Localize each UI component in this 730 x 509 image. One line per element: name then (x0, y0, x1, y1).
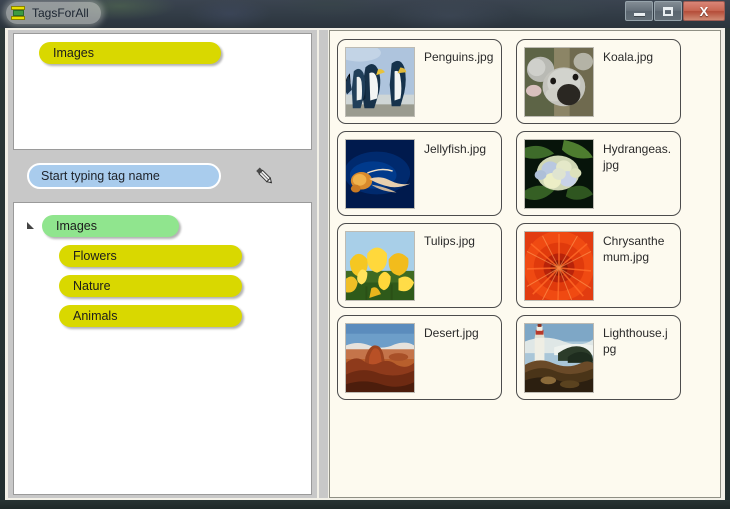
tree-tag-pill-child[interactable]: Flowers (59, 245, 242, 267)
window-title: TagsForAll (32, 6, 89, 20)
file-card[interactable]: Koala.jpg (516, 39, 681, 124)
triangle-expanded-icon[interactable] (24, 219, 38, 233)
file-name: Hydrangeas.jpg (603, 142, 672, 173)
file-card[interactable]: Penguins.jpg (337, 39, 502, 124)
close-icon: X (699, 3, 709, 19)
tree-row[interactable]: Animals (14, 301, 311, 331)
file-card[interactable]: Tulips.jpg (337, 223, 502, 308)
file-card[interactable]: Lighthouse.jpg (516, 315, 681, 400)
title-bar: TagsForAll X (0, 0, 730, 28)
tree-tag-pill-root[interactable]: Images (42, 215, 179, 237)
maximize-button[interactable] (654, 1, 682, 21)
file-list-panel[interactable]: Penguins.jpg Koala.jpg Jellyfish.jpg Hyd… (329, 30, 721, 498)
minimize-icon (633, 13, 645, 16)
application-window: TagsForAll X Images Start typing tag nam… (0, 0, 730, 509)
panel-splitter[interactable] (319, 30, 328, 498)
jellyfish-thumbnail (345, 139, 415, 209)
desert-thumbnail (345, 323, 415, 393)
maximize-icon (663, 6, 673, 16)
tree-row[interactable]: Flowers (14, 241, 311, 271)
tag-search-bar (13, 154, 312, 198)
file-card[interactable]: Hydrangeas.jpg (516, 131, 681, 216)
selected-tag-pill[interactable]: Images (39, 42, 221, 64)
file-grid: Penguins.jpg Koala.jpg Jellyfish.jpg Hyd… (330, 31, 720, 400)
penguins-thumbnail (345, 47, 415, 117)
tree-row[interactable]: Images (14, 211, 311, 241)
tag-stack-icon (10, 5, 26, 21)
title-cluster: TagsForAll (6, 2, 101, 24)
tag-sidebar: Images Start typing tag name Images Flow… (8, 30, 317, 498)
file-card[interactable]: Desert.jpg (337, 315, 502, 400)
pencil-icon[interactable] (251, 163, 277, 189)
file-name: Tulips.jpg (424, 234, 475, 248)
file-card[interactable]: Jellyfish.jpg (337, 131, 502, 216)
window-bottom-edge (0, 500, 730, 509)
file-name: Penguins.jpg (424, 50, 494, 64)
file-card[interactable]: Chrysanthemum.jpg (516, 223, 681, 308)
selected-tag-list: Images (39, 42, 221, 64)
lighthouse-thumbnail (524, 323, 594, 393)
file-name: Desert.jpg (424, 326, 479, 340)
close-button[interactable]: X (683, 1, 725, 21)
tree-tag-pill-child[interactable]: Animals (59, 305, 242, 327)
hydrangeas-thumbnail (524, 139, 594, 209)
tag-tree[interactable]: Images Flowers Nature Animals (13, 202, 312, 495)
tree-tag-pill-child[interactable]: Nature (59, 275, 242, 297)
tree-row[interactable]: Nature (14, 271, 311, 301)
window-controls: X (625, 1, 725, 21)
minimize-button[interactable] (625, 1, 653, 21)
tulips-thumbnail (345, 231, 415, 301)
file-name: Jellyfish.jpg (424, 142, 487, 156)
file-name: Chrysanthemum.jpg (603, 234, 665, 265)
file-name: Koala.jpg (603, 50, 654, 64)
client-area: Images Start typing tag name Images Flow… (5, 28, 725, 500)
tag-search-input[interactable] (27, 163, 221, 189)
selected-tags-box[interactable]: Images (13, 33, 312, 150)
file-name: Lighthouse.jpg (603, 326, 668, 357)
koala-thumbnail (524, 47, 594, 117)
chrysanthemum-thumbnail (524, 231, 594, 301)
